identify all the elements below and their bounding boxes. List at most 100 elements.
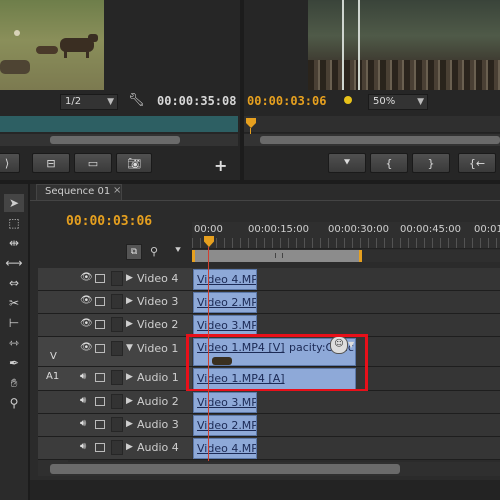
step-forward-button[interactable]: ⟩ (0, 153, 20, 173)
track-header: 👁︎ ▶ Video 4 (38, 268, 192, 291)
chevron-right-icon[interactable]: ▶ (126, 296, 133, 306)
ripple-edit-tool-icon[interactable]: ⇹ (4, 234, 24, 252)
opacity-dropdown-icon[interactable]: ☺ (330, 336, 348, 354)
sync-lock-icon[interactable] (95, 443, 105, 452)
program-zoom-scrollbar[interactable] (244, 134, 500, 146)
track-name: Audio 3 (137, 418, 179, 431)
chevron-down-icon[interactable]: ▼ (348, 340, 354, 349)
overwrite-button[interactable]: ▭ (74, 153, 112, 173)
program-zoom-dropdown[interactable]: 50% ▼ (368, 94, 428, 110)
hand-tool-icon[interactable]: ✋︎ (4, 374, 24, 392)
sync-lock-icon[interactable] (95, 297, 105, 306)
track-name: Video 2 (137, 318, 179, 331)
mark-out-button[interactable]: } (412, 153, 450, 173)
track-lock-toggle[interactable] (111, 394, 123, 409)
chevron-right-icon[interactable]: ▶ (126, 372, 133, 382)
chevron-right-icon[interactable]: ▶ (126, 419, 133, 429)
sync-lock-icon[interactable] (95, 344, 105, 353)
zoom-tool-icon[interactable]: ⚲ (4, 394, 24, 412)
sync-lock-icon[interactable] (95, 420, 105, 429)
track-lock-toggle[interactable] (111, 294, 123, 309)
track-header: 👁︎ ▶ Video 2 (38, 314, 192, 337)
timeline-horizontal-scrollbar[interactable] (38, 462, 500, 476)
mark-in-button[interactable]: { (370, 153, 408, 173)
source-zoom-scrollbar[interactable] (0, 134, 238, 146)
speaker-icon[interactable]: 🔊︎ (80, 441, 86, 452)
source-patch-v[interactable]: V (50, 351, 57, 362)
source-timecode[interactable]: 00:00:35:08 (157, 94, 236, 108)
chevron-right-icon[interactable]: ▶ (126, 319, 133, 329)
track-select-tool-icon[interactable]: ⬚ (4, 214, 24, 232)
source-timebar[interactable] (0, 116, 238, 132)
clip-label: Video 1.MP4 [V] (197, 341, 285, 354)
link-icon[interactable]: ⚲ (150, 245, 158, 258)
playhead-line (208, 247, 209, 461)
clip[interactable]: Video 2.MP4 (193, 292, 257, 313)
time-ruler[interactable]: 00:00 00:00:15:00 00:00:30:00 00:00:45:0… (192, 222, 500, 249)
eye-icon[interactable]: 👁︎ (80, 295, 93, 306)
add-button-icon[interactable]: + (214, 156, 227, 175)
add-marker-button[interactable]: ⯆ (328, 153, 366, 173)
sync-lock-icon[interactable] (95, 320, 105, 329)
track-lock-toggle[interactable] (111, 440, 123, 455)
wrench-icon[interactable]: 🔧︎ (128, 93, 145, 108)
sync-lock-icon[interactable] (95, 274, 105, 283)
source-patch-a1[interactable]: A1 (46, 371, 59, 382)
chevron-right-icon[interactable]: ▶ (126, 396, 133, 406)
program-timebar[interactable] (244, 116, 500, 134)
track-lock-toggle[interactable] (111, 370, 123, 385)
sync-lock-icon[interactable] (95, 397, 105, 406)
ruler-tick-label: 00:00:30:00 (328, 224, 390, 235)
insert-button[interactable]: ⊟ (32, 153, 70, 173)
tab-sequence-01[interactable]: Sequence 01 × (36, 184, 122, 201)
insert-icon: ⊟ (46, 156, 56, 170)
clip[interactable]: Video 3.MP4 (193, 315, 257, 336)
camera-icon: 📷︎ (127, 156, 141, 170)
clip[interactable]: Video 3.MP4 (193, 392, 257, 413)
rate-stretch-tool-icon[interactable]: ⇔ (4, 274, 24, 292)
add-marker-icon[interactable]: ⯆ (174, 245, 182, 256)
source-zoom-dropdown[interactable]: 1/2 ▼ (60, 94, 118, 110)
track-header: V 👁︎ ▼ Video 1 (38, 337, 192, 367)
clip[interactable]: Video 1.MP4 [A] (193, 368, 356, 390)
chevron-right-icon[interactable]: ▶ (126, 442, 133, 452)
track-lock-toggle[interactable] (111, 341, 123, 356)
eye-icon[interactable]: 👁︎ (80, 272, 93, 283)
export-frame-button[interactable]: 📷︎ (116, 153, 152, 173)
chevron-down-icon[interactable]: ▼ (126, 343, 133, 353)
speaker-icon[interactable]: 🔊︎ (80, 371, 86, 382)
timeline-current-time[interactable]: 00:00:03:06 (66, 214, 152, 229)
track-name: Video 3 (137, 295, 179, 308)
track-header: 🔊︎ ▶ Audio 3 (38, 414, 192, 437)
pen-tool-icon[interactable]: ✒︎ (4, 354, 24, 372)
chevron-right-icon[interactable]: ▶ (126, 273, 133, 283)
marker-dot-icon (344, 96, 352, 104)
playhead-icon[interactable] (246, 118, 256, 128)
ruler-tick-label: 00:00:45:00 (400, 224, 462, 235)
track-lock-toggle[interactable] (111, 417, 123, 432)
track-lock-toggle[interactable] (111, 271, 123, 286)
rolling-edit-tool-icon[interactable]: ⟷ (4, 254, 24, 272)
clip[interactable]: Video 2.MP4 (193, 415, 257, 436)
program-timecode[interactable]: 00:00:03:06 (247, 94, 326, 108)
slip-tool-icon[interactable]: ⊢ (4, 314, 24, 332)
speaker-icon[interactable]: 🔊︎ (80, 395, 86, 406)
source-zoom-value: 1/2 (65, 96, 82, 107)
eye-icon[interactable]: 👁︎ (80, 342, 93, 353)
sync-lock-icon[interactable] (95, 373, 105, 382)
go-to-in-button[interactable]: {← (458, 153, 496, 173)
clip[interactable]: Video 4.MP4 (193, 438, 257, 459)
tab-label: Sequence 01 (45, 186, 111, 197)
slide-tool-icon[interactable]: ⇿ (4, 334, 24, 352)
chevron-down-icon: ▼ (107, 97, 114, 107)
razor-tool-icon[interactable]: ✂︎ (4, 294, 24, 312)
eye-icon[interactable]: 👁︎ (80, 318, 93, 329)
work-area-bar[interactable] (192, 250, 362, 262)
speaker-icon[interactable]: 🔊︎ (80, 418, 86, 429)
clip[interactable]: Video 4.MP4 (193, 269, 257, 290)
snap-icon[interactable]: ⧉ (126, 244, 142, 260)
selection-tool-icon[interactable]: ➤ (4, 194, 24, 212)
close-icon[interactable]: × (113, 185, 121, 196)
go-to-in-icon: {← (468, 156, 486, 170)
track-lock-toggle[interactable] (111, 317, 123, 332)
